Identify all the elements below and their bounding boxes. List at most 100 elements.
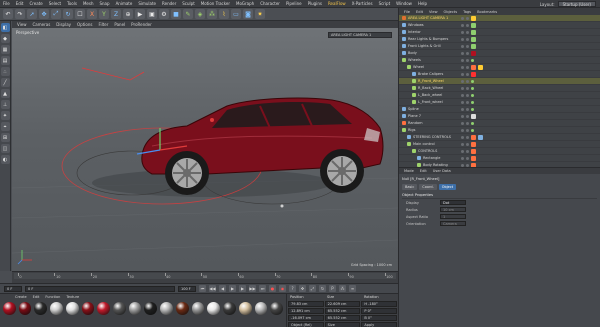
property-value-field[interactable]: Dot <box>440 200 466 205</box>
menu-item[interactable]: Motion Tracker <box>198 1 233 6</box>
enabled-check-icon[interactable] <box>471 94 474 97</box>
material-swatch[interactable] <box>238 302 252 315</box>
object-row[interactable]: L_Back_wheel <box>399 92 600 99</box>
viewport-menu-item[interactable]: Options <box>74 22 95 27</box>
render-settings-icon[interactable]: ⚙ <box>159 9 169 19</box>
object-row[interactable]: AREA LIGHT CAMERA 1 <box>399 15 600 22</box>
render-visibility-icon[interactable] <box>466 115 469 118</box>
object-row[interactable]: Front Lights & Grill <box>399 43 600 50</box>
material-swatch[interactable] <box>144 302 158 315</box>
tag-icon[interactable] <box>471 30 476 35</box>
object-row[interactable]: Body <box>399 50 600 57</box>
tag-icon[interactable] <box>471 16 476 21</box>
timeline-menu-icon[interactable]: ≡ <box>349 285 356 292</box>
coordinate-field[interactable]: H -180° <box>361 301 398 307</box>
render-visibility-icon[interactable] <box>466 122 469 125</box>
array-icon[interactable]: ⁂ <box>207 9 217 19</box>
object-row[interactable]: Wheels <box>399 57 600 64</box>
material-menu-item[interactable]: Edit <box>30 295 43 299</box>
material-swatch[interactable] <box>223 302 236 315</box>
menu-item[interactable]: Simulate <box>135 1 159 6</box>
viewport-menu-item[interactable]: Panel <box>111 22 128 27</box>
menu-item[interactable]: Plugins <box>305 1 325 6</box>
live-selection-icon[interactable]: ➚ <box>27 9 37 19</box>
undo-icon[interactable]: ↶ <box>3 9 13 19</box>
workplane-icon[interactable]: ▤ <box>0 56 10 65</box>
object-manager-menu-item[interactable]: Tags <box>460 10 474 14</box>
apply-button[interactable]: Apply <box>361 322 398 327</box>
material-swatch[interactable] <box>191 302 205 315</box>
start-frame-field[interactable]: 0 F <box>4 285 22 292</box>
material-swatch[interactable] <box>207 302 221 315</box>
object-row[interactable]: Plane 7 <box>399 113 600 120</box>
object-properties-section[interactable]: Object Properties <box>402 192 597 199</box>
tag-icon[interactable] <box>471 72 476 77</box>
render-view-icon[interactable]: ▶ <box>135 9 145 19</box>
coordinate-mode-dropdown[interactable]: Object (Rel) <box>288 322 324 327</box>
rotation-key-icon[interactable]: ↻ <box>319 285 326 292</box>
editor-visibility-icon[interactable] <box>461 143 464 146</box>
render-visibility-icon[interactable] <box>466 129 469 132</box>
render-visibility-icon[interactable] <box>466 136 469 139</box>
menu-item[interactable]: Mesh <box>80 1 97 6</box>
render-visibility-icon[interactable] <box>466 31 469 34</box>
axis-mode-icon[interactable]: ⊥ <box>0 100 10 109</box>
menu-item[interactable]: Tools <box>64 1 80 6</box>
menu-item[interactable]: Animate <box>113 1 136 6</box>
model-mode-icon[interactable]: ◆ <box>0 34 10 43</box>
attributes-subtab[interactable]: Object <box>438 184 457 190</box>
autokey-icon[interactable]: ◉ <box>279 285 286 292</box>
tag-icon[interactable] <box>471 156 476 161</box>
tag-icon[interactable] <box>471 37 476 42</box>
material-menu-item[interactable]: Texture <box>63 295 82 299</box>
z-axis-icon[interactable]: Z <box>111 9 121 19</box>
prev-frame-icon[interactable]: ◀ <box>219 285 226 292</box>
editor-visibility-icon[interactable] <box>461 52 464 55</box>
light-icon[interactable]: ✷ <box>255 9 265 19</box>
layout-dropdown[interactable]: Startup (User) <box>557 1 596 7</box>
object-manager-menu-item[interactable]: Objects <box>441 10 461 14</box>
menu-item[interactable]: Edit <box>13 1 27 6</box>
editor-visibility-icon[interactable] <box>461 66 464 69</box>
visibility-flags[interactable] <box>461 99 474 106</box>
enabled-check-icon[interactable] <box>471 108 474 111</box>
editor-visibility-icon[interactable] <box>461 17 464 20</box>
attributes-subtab[interactable]: Coord. <box>419 184 437 190</box>
material-swatch[interactable] <box>160 302 173 315</box>
object-row[interactable]: Main control <box>399 141 600 148</box>
editor-visibility-icon[interactable] <box>461 157 464 160</box>
menu-item[interactable]: Character <box>257 1 283 6</box>
end-frame-field[interactable]: 100 F <box>178 285 196 292</box>
object-manager-menu-item[interactable]: Edit <box>413 10 426 14</box>
subdivision-icon[interactable]: ◈ <box>195 9 205 19</box>
coordinate-system-icon[interactable]: ⊕ <box>123 9 133 19</box>
material-swatch[interactable] <box>65 302 79 315</box>
viewport-menu-item[interactable]: Cameras <box>30 22 54 27</box>
material-swatch[interactable] <box>50 302 63 315</box>
render-visibility-icon[interactable] <box>466 45 469 48</box>
menu-item[interactable]: Select <box>46 1 64 6</box>
snapping-icon[interactable]: ⌖ <box>0 122 10 131</box>
scale-key-icon[interactable]: ⤢ <box>309 285 316 292</box>
material-swatch[interactable] <box>175 302 189 315</box>
prev-key-icon[interactable]: ◀◀ <box>209 285 216 292</box>
editor-visibility-icon[interactable] <box>461 73 464 76</box>
render-visibility-icon[interactable] <box>466 87 469 90</box>
editor-visibility-icon[interactable] <box>461 108 464 111</box>
scale-icon[interactable]: ⤢ <box>51 9 61 19</box>
object-manager-menu-item[interactable]: View <box>426 10 441 14</box>
menu-item[interactable]: Render <box>159 1 179 6</box>
editor-visibility-icon[interactable] <box>461 45 464 48</box>
visibility-flags[interactable] <box>461 92 474 99</box>
render-visibility-icon[interactable] <box>466 80 469 83</box>
camera-icon[interactable]: ◙ <box>243 9 253 19</box>
tag-icon[interactable] <box>478 65 483 70</box>
redo-icon[interactable]: ↷ <box>15 9 25 19</box>
polygons-mode-icon[interactable]: ▲ <box>0 89 10 98</box>
go-to-start-icon[interactable]: ⏮ <box>199 285 206 292</box>
visibility-flags[interactable] <box>461 127 474 134</box>
visibility-flags[interactable] <box>461 120 474 127</box>
cube-icon[interactable]: ■ <box>171 9 181 19</box>
render-visibility-icon[interactable] <box>466 108 469 111</box>
spline-pen-icon[interactable]: ✎ <box>183 9 193 19</box>
